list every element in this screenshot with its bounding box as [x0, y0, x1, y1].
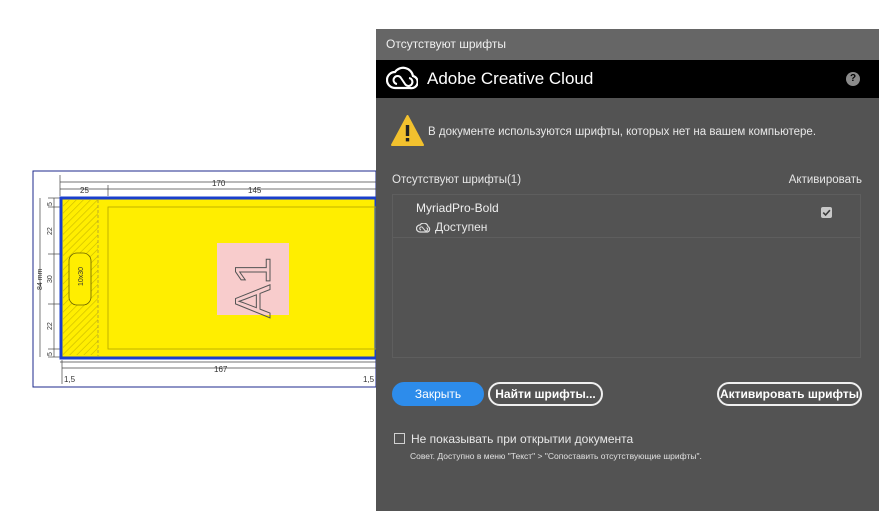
- dialog-title: Отсутствуют шрифты: [386, 37, 506, 51]
- missing-fonts-count-label: Отсутствуют шрифты(1): [392, 174, 522, 186]
- tip-text: Совет. Доступно в меню "Текст" > "Сопост…: [410, 451, 702, 461]
- list-item[interactable]: MyriadPro-Bold Доступен: [393, 195, 860, 238]
- close-button[interactable]: Закрыть: [392, 382, 484, 406]
- font-status: Доступен: [416, 220, 487, 234]
- dim-total-width: 170: [212, 179, 226, 188]
- activate-column-label: Активировать: [788, 174, 862, 186]
- panel-label: A1: [225, 257, 281, 318]
- dont-show-label: Не показывать при открытии документа: [411, 432, 634, 446]
- checkmark-icon: [822, 209, 831, 217]
- dialog-titlebar[interactable]: Отсутствуют шрифты: [376, 29, 879, 60]
- dim-seg-top: 5: [47, 202, 54, 206]
- warning-text: В документе используются шрифты, которых…: [428, 126, 817, 138]
- warning-icon: [391, 115, 424, 146]
- creative-cloud-sync-icon: [416, 222, 431, 233]
- creative-cloud-header: Adobe Creative Cloud ?: [376, 60, 879, 98]
- dim-right-part: 145: [248, 186, 262, 195]
- creative-cloud-title: Adobe Creative Cloud: [427, 69, 594, 88]
- dim-seg-1: 22: [47, 227, 54, 235]
- dim-left-offset: 1,5: [64, 375, 76, 384]
- dim-seg-2: 30: [47, 275, 54, 283]
- dim-seg-3: 22: [47, 322, 54, 330]
- font-name: MyriadPro-Bold: [416, 201, 499, 215]
- dont-show-checkbox[interactable]: [394, 433, 405, 444]
- dim-height: 84 mm: [37, 268, 44, 290]
- dim-seg-bottom: 5: [47, 352, 54, 356]
- activate-font-checkbox[interactable]: [821, 207, 832, 218]
- help-icon[interactable]: ?: [846, 72, 860, 86]
- hole-label: 10x30: [78, 267, 85, 286]
- dont-show-option[interactable]: Не показывать при открытии документа: [394, 432, 633, 446]
- dim-bottom-width: 167: [214, 365, 228, 374]
- find-fonts-button[interactable]: Найти шрифты...: [488, 382, 603, 406]
- missing-font-list[interactable]: MyriadPro-Bold Доступен: [392, 194, 861, 358]
- missing-fonts-dialog: Отсутствуют шрифты Adobe Creative Cloud …: [376, 29, 879, 511]
- font-list-header: Отсутствуют шрифты(1) Активировать: [392, 174, 862, 190]
- creative-cloud-logo-icon: [386, 66, 418, 90]
- dim-right-offset: 1,5: [363, 375, 375, 384]
- dim-left-part: 25: [80, 186, 89, 195]
- font-status-text: Доступен: [435, 220, 488, 234]
- activate-fonts-button[interactable]: Активировать шрифты: [717, 382, 862, 406]
- warning-message: В документе используются шрифты, которых…: [391, 115, 871, 149]
